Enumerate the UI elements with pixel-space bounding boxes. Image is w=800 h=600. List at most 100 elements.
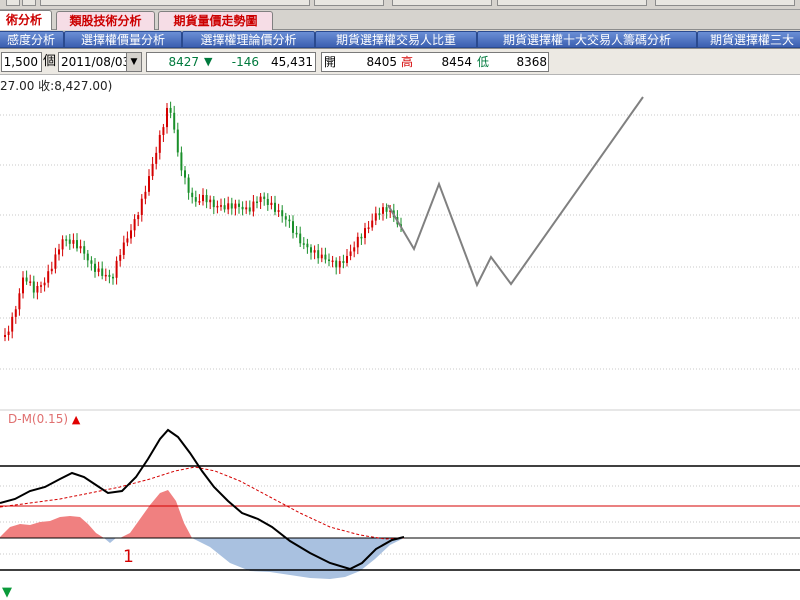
candle-body xyxy=(364,228,366,238)
unit-label: 個 xyxy=(43,54,57,69)
candle-body xyxy=(198,201,201,203)
candle-body xyxy=(382,207,384,214)
low-label: 低 xyxy=(477,55,490,69)
candle-body xyxy=(209,199,212,203)
candle-body xyxy=(122,242,125,255)
tab-technical-analysis[interactable]: 術分析 xyxy=(0,10,52,31)
toolbar-button[interactable] xyxy=(6,0,20,6)
toolbar-button[interactable] xyxy=(40,0,310,6)
chevron-down-icon[interactable]: ▼ xyxy=(126,53,141,71)
candle-body xyxy=(227,203,230,210)
tab-sensitivity-analysis[interactable]: 感度分析 xyxy=(0,31,64,48)
candle-body xyxy=(259,196,262,203)
candle-body xyxy=(137,215,140,220)
main-tab-bar: 術分析 類股技術分析 期貨量價走勢圖 xyxy=(0,10,800,31)
candle-body xyxy=(353,247,356,252)
low-value: 8368 xyxy=(516,55,547,69)
candle-body xyxy=(112,276,114,279)
tab-three-major-institutions[interactable]: 期貨選擇權三大 xyxy=(697,31,800,48)
histogram-positive xyxy=(0,490,192,538)
candle-body xyxy=(284,216,287,220)
candle-body xyxy=(180,152,183,171)
candle-body xyxy=(335,260,338,268)
candle-body xyxy=(320,254,323,259)
candle-body xyxy=(25,277,28,282)
candle-body xyxy=(238,203,240,207)
candle-body xyxy=(47,271,50,283)
tab-top-ten-traders-analysis[interactable]: 期貨選擇權十大交易人籌碼分析 xyxy=(477,31,697,48)
candle-body xyxy=(158,134,161,153)
candle-body xyxy=(328,259,330,262)
candle-body xyxy=(277,210,280,212)
candle-body xyxy=(252,201,255,212)
last-price: 8427 xyxy=(168,55,199,69)
candle-body xyxy=(148,176,150,192)
candle-body xyxy=(263,196,266,199)
marker-label: 1 xyxy=(123,547,134,567)
candlesticks xyxy=(4,101,402,342)
toolbar-button[interactable] xyxy=(497,0,647,6)
toolbar-strip xyxy=(0,0,800,10)
candle-body xyxy=(4,334,6,337)
open-value: 8405 xyxy=(366,55,397,69)
candle-body xyxy=(295,232,298,235)
price-chart[interactable] xyxy=(0,75,800,600)
candle-body xyxy=(234,203,237,209)
candle-body xyxy=(104,274,107,277)
candle-body xyxy=(7,331,10,335)
candle-body xyxy=(108,274,111,277)
candle-body xyxy=(61,239,64,250)
candle-body xyxy=(18,293,21,310)
candle-body xyxy=(58,249,60,255)
candle-body xyxy=(169,107,172,113)
candle-body xyxy=(338,261,341,268)
candle-body xyxy=(346,255,348,263)
high-value: 8454 xyxy=(441,55,472,69)
toolbar-button[interactable] xyxy=(22,0,36,6)
tab-trader-proportion[interactable]: 期貨選擇權交易人比重 xyxy=(315,31,477,48)
tab-option-theoretical-price-analysis[interactable]: 選擇權理論價分析 xyxy=(182,31,315,48)
tab-futures-price-volume-chart[interactable]: 期貨量價走勢圖 xyxy=(158,11,273,30)
candle-body xyxy=(367,227,370,229)
open-label: 開 xyxy=(324,55,337,69)
sub-tab-bar: 感度分析 選擇權價量分析 選擇權理論價分析 期貨選擇權交易人比重 期貨選擇權十大… xyxy=(0,30,800,49)
candle-body xyxy=(151,163,154,177)
price-caption: 27.00 收:8,427.00) xyxy=(0,79,113,93)
tab-sector-technical-analysis[interactable]: 類股技術分析 xyxy=(56,11,155,30)
indicator-caption: D-M(0.15) ▲ xyxy=(8,412,80,426)
candle-body xyxy=(194,197,197,202)
candle-body xyxy=(374,213,377,221)
candle-body xyxy=(40,285,42,287)
candle-body xyxy=(310,247,312,253)
candle-body xyxy=(36,285,39,293)
candle-body xyxy=(212,199,215,208)
candle-body xyxy=(288,219,291,222)
candle-body xyxy=(14,309,17,317)
candle-body xyxy=(22,277,24,294)
date-value: 2011/08/03 xyxy=(61,55,131,69)
candle-body xyxy=(202,194,204,202)
candle-body xyxy=(176,129,179,153)
high-label: 高 xyxy=(401,55,414,69)
candle-body xyxy=(184,170,186,178)
toolbar-button[interactable] xyxy=(392,0,492,6)
candle-body xyxy=(11,316,14,332)
candle-body xyxy=(29,281,32,283)
candle-body xyxy=(90,260,93,264)
toolbar-button[interactable] xyxy=(655,0,795,6)
candle-body xyxy=(349,251,352,256)
candle-body xyxy=(356,236,359,248)
forecast-line xyxy=(387,96,644,288)
candle-body xyxy=(97,268,100,272)
candle-body xyxy=(241,206,244,210)
candle-body xyxy=(162,127,165,135)
date-select[interactable]: 2011/08/03 ▼ xyxy=(58,52,142,72)
candle-body xyxy=(126,238,129,243)
candle-body xyxy=(144,191,147,199)
candle-body xyxy=(115,260,118,278)
toolbar-button[interactable] xyxy=(314,0,384,6)
indicator-grid xyxy=(0,485,800,555)
quantity-field[interactable]: 1,500 xyxy=(1,52,42,72)
candle-body xyxy=(248,207,251,212)
tab-option-price-volume-analysis[interactable]: 選擇權價量分析 xyxy=(64,31,182,48)
